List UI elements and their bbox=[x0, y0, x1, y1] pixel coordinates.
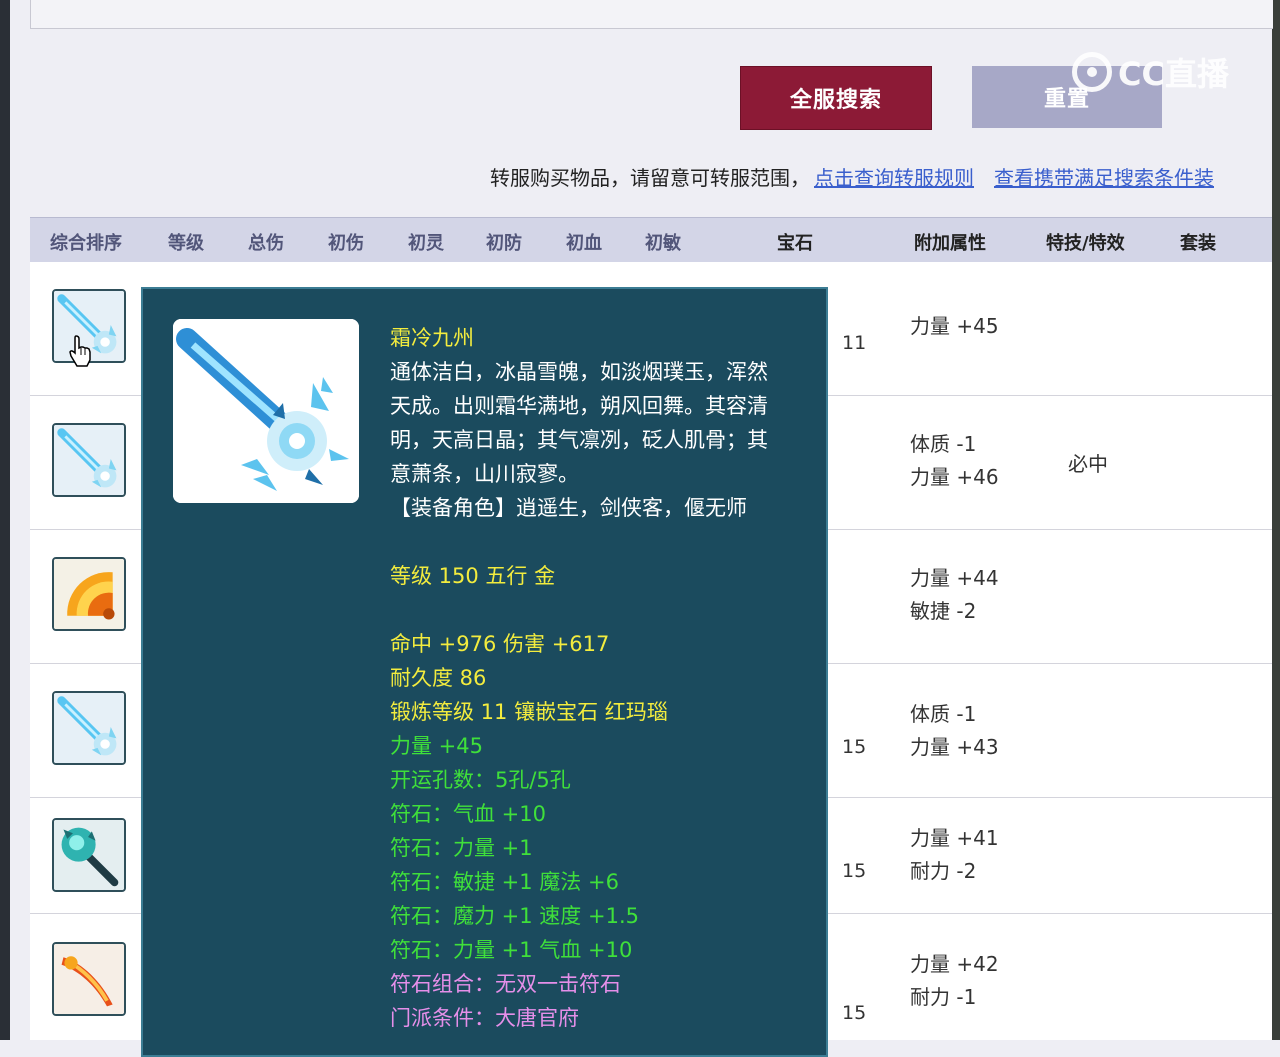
col-base-defense[interactable]: 初防 bbox=[486, 229, 522, 255]
item-strength: 力量 +45 bbox=[390, 734, 483, 758]
attribute: 力量 +41 bbox=[910, 826, 999, 850]
attribute: 敏捷 -2 bbox=[910, 599, 977, 623]
fire-sword-icon[interactable] bbox=[52, 942, 126, 1016]
gem-level: 15 bbox=[842, 860, 867, 882]
item-detail-text: 霜冷九州 通体洁白，冰晶雪魄，如淡烟璞玉，浑然 天成。出则霜华满地，朔风回舞。其… bbox=[390, 321, 810, 1035]
col-total-damage[interactable]: 总伤 bbox=[248, 229, 284, 255]
extra-attributes: 力量 +45 bbox=[910, 310, 999, 343]
col-extra-attributes: 附加属性 bbox=[914, 233, 986, 254]
col-overall-sort[interactable]: 综合排序 bbox=[50, 229, 122, 255]
hand-cursor-icon bbox=[69, 335, 91, 367]
item-holes: 开运孔数：5孔/5孔 bbox=[390, 768, 571, 792]
item-detail-tooltip: 霜冷九州 通体洁白，冰晶雪魄，如淡烟璞玉，浑然 天成。出则霜华满地，朔风回舞。其… bbox=[141, 287, 828, 1057]
item-level: 等级 150 五行 金 bbox=[390, 564, 556, 588]
cc-logo-icon bbox=[1072, 52, 1112, 92]
extra-attributes: 体质 -1 力量 +43 bbox=[910, 698, 999, 764]
attribute: 力量 +42 bbox=[910, 952, 999, 976]
notice-text: 转服购买物品，请留意可转服范围， bbox=[490, 166, 810, 190]
col-gem: 宝石 bbox=[777, 233, 813, 254]
attribute: 力量 +44 bbox=[910, 566, 999, 590]
extra-attributes: 力量 +44 敏捷 -2 bbox=[910, 562, 999, 628]
cc-live-watermark: CC直播 bbox=[1072, 42, 1229, 102]
item-name: 霜冷九州 bbox=[390, 326, 474, 350]
gem-level: 15 bbox=[842, 736, 867, 758]
item-school: 门派条件：大唐官府 bbox=[390, 1006, 579, 1030]
item-description-line: 明，天高日晶；其气凛冽，砭人肌骨；其 bbox=[390, 428, 768, 452]
col-special-skill: 特技/特效 bbox=[1046, 233, 1125, 254]
item-description-line: 意萧条，山川寂寥。 bbox=[390, 462, 579, 486]
col-level[interactable]: 等级 bbox=[168, 229, 204, 255]
attribute: 力量 +45 bbox=[910, 314, 999, 338]
attribute: 体质 -1 bbox=[910, 702, 977, 726]
item-image bbox=[173, 319, 359, 503]
attribute: 力量 +46 bbox=[910, 465, 999, 489]
item-rune: 符石：力量 +1 气血 +10 bbox=[390, 938, 633, 962]
item-description-line: 天成。出则霜华满地，朔风回舞。其容清 bbox=[390, 394, 768, 418]
item-rune: 符石：气血 +10 bbox=[390, 802, 546, 826]
attribute: 耐力 -2 bbox=[910, 859, 977, 883]
item-rune: 符石：力量 +1 bbox=[390, 836, 533, 860]
col-set: 套装 bbox=[1180, 233, 1216, 254]
col-base-damage[interactable]: 初伤 bbox=[328, 229, 364, 255]
search-form-panel bbox=[30, 0, 1273, 29]
item-rune: 符石：敏捷 +1 魔法 +6 bbox=[390, 870, 619, 894]
results-table-header: 综合排序 等级 总伤 初伤 初灵 初防 初血 初敏 宝石 附加属性 特技/特效 … bbox=[30, 217, 1272, 263]
window-right-edge bbox=[1272, 0, 1280, 1040]
extra-attributes: 力量 +41 耐力 -2 bbox=[910, 822, 999, 888]
transfer-notice: 转服购买物品，请留意可转服范围， 点击查询转服规则 查看携带满足搜索条件装 bbox=[490, 162, 1214, 191]
extra-attributes: 力量 +42 耐力 -1 bbox=[910, 948, 999, 1014]
col-base-spirit[interactable]: 初灵 bbox=[408, 229, 444, 255]
server-search-button[interactable]: 全服搜索 bbox=[740, 66, 932, 130]
col-base-hp[interactable]: 初血 bbox=[566, 229, 602, 255]
ice-sword-icon[interactable] bbox=[52, 423, 126, 497]
col-base-agility[interactable]: 初敏 bbox=[645, 229, 681, 255]
attribute: 力量 +43 bbox=[910, 735, 999, 759]
item-durability: 耐久度 86 bbox=[390, 666, 487, 690]
window-left-edge bbox=[0, 0, 10, 1040]
transfer-rules-link[interactable]: 点击查询转服规则 bbox=[814, 166, 974, 190]
gem-level: 11 bbox=[842, 332, 867, 354]
item-stats: 命中 +976 伤害 +617 bbox=[390, 632, 610, 656]
item-description-line: 通体洁白，冰晶雪魄，如淡烟璞玉，浑然 bbox=[390, 360, 768, 384]
item-forge: 锻炼等级 11 镶嵌宝石 红玛瑙 bbox=[390, 700, 668, 724]
watermark-text: CC直播 bbox=[1118, 55, 1229, 93]
golden-fan-icon[interactable] bbox=[52, 557, 126, 631]
item-rune-combo: 符石组合：无双一击符石 bbox=[390, 972, 621, 996]
ice-sword-icon[interactable] bbox=[52, 691, 126, 765]
attribute: 体质 -1 bbox=[910, 432, 977, 456]
item-rune: 符石：魔力 +1 速度 +1.5 bbox=[390, 904, 639, 928]
view-matching-equipment-link[interactable]: 查看携带满足搜索条件装 bbox=[994, 166, 1214, 190]
gem-level: 15 bbox=[842, 1002, 867, 1024]
extra-attributes: 体质 -1 力量 +46 bbox=[910, 428, 999, 494]
jade-hammer-icon[interactable] bbox=[52, 818, 126, 892]
attribute: 耐力 -1 bbox=[910, 985, 977, 1009]
item-roles: 【装备角色】逍遥生，剑侠客，偃无师 bbox=[390, 496, 747, 520]
special-skill: 必中 bbox=[1068, 452, 1108, 476]
